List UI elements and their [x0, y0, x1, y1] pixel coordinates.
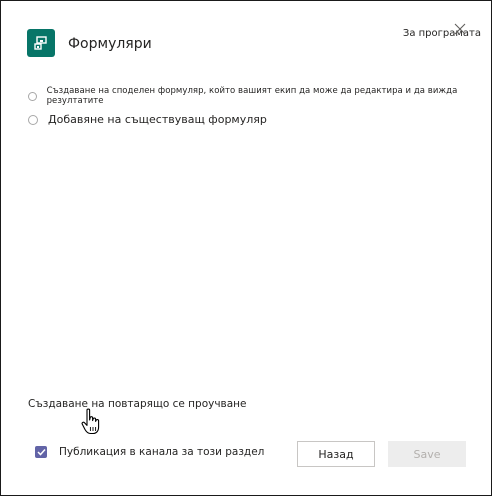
radio-button[interactable] — [28, 114, 38, 125]
hand-cursor-icon — [81, 408, 103, 436]
app-title: Формуляри — [68, 36, 152, 52]
create-recurring-survey-link[interactable]: Създаване на повтарящо се проучване — [28, 398, 247, 410]
save-button[interactable]: Save — [388, 441, 466, 467]
option-add-existing-form[interactable]: Добавяне на съществуващ формуляр — [28, 113, 267, 126]
forms-app-icon — [27, 29, 55, 57]
radio-button[interactable] — [28, 91, 37, 101]
forms-tab-config-dialog: Формуляри За програмата Създаване на спо… — [0, 0, 492, 496]
about-link[interactable]: За програмата — [403, 28, 481, 39]
option-label: Добавяне на съществуващ формуляр — [48, 113, 267, 126]
checkmark-icon — [36, 448, 46, 456]
option-create-shared-form[interactable]: Създаване на споделен формуляр, който ва… — [28, 86, 491, 106]
option-label: Създаване на споделен формуляр, който ва… — [46, 86, 458, 106]
back-button[interactable]: Назад — [297, 441, 375, 467]
post-to-channel-row[interactable]: Публикация в канала за този раздел — [35, 446, 264, 458]
close-icon[interactable] — [454, 23, 466, 35]
post-to-channel-label: Публикация в канала за този раздел — [59, 446, 265, 458]
post-to-channel-checkbox[interactable] — [35, 446, 47, 458]
